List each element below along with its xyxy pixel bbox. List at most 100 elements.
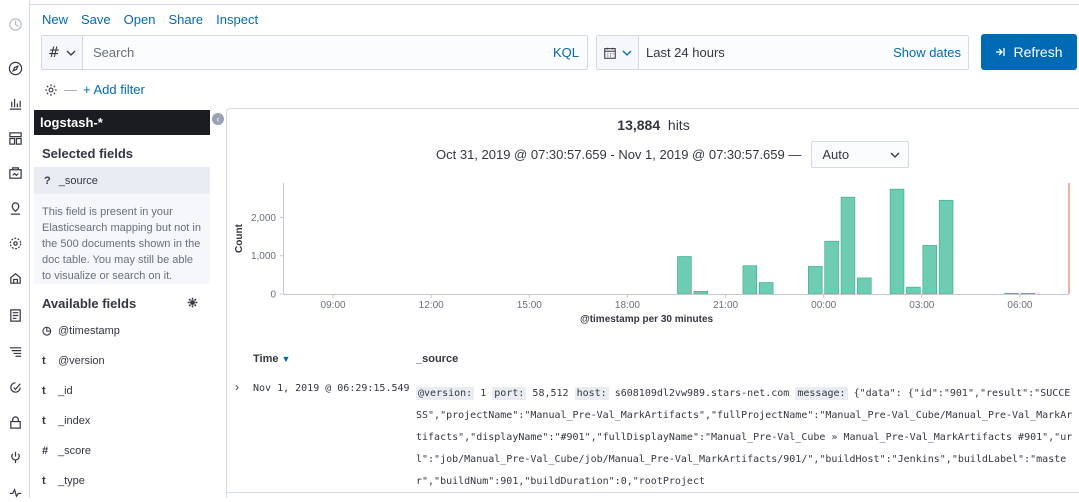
apm-icon[interactable] [0,342,30,362]
show-dates-link[interactable]: Show dates [893,45,961,60]
saved-query-button[interactable]: # [42,36,83,69]
monitoring-icon[interactable] [0,482,30,502]
y-tick-label: 1,000 [251,251,276,262]
infrastructure-icon[interactable] [0,268,30,288]
number-type-icon: # [42,445,49,457]
chart-bar[interactable] [693,291,709,295]
x-tick-label: 21:00 [713,300,738,311]
chart-bar[interactable] [677,256,692,295]
inspect-button[interactable]: Inspect [216,12,258,27]
calendar-icon [604,47,616,59]
time-range-row: Oct 31, 2019 @ 07:30:57.659 - Nov 1, 201… [436,141,910,168]
field-item[interactable]: ◷ @timestamp [42,324,120,338]
clock-icon: ◷ [42,325,52,337]
source-column-header: _source [416,353,459,365]
clock-icon[interactable] [0,14,30,34]
logs-icon[interactable] [0,305,30,325]
results-panel: 13,884 hits Oct 31, 2019 @ 07:30:57.659 … [226,108,1079,498]
time-picker: Last 24 hours Show dates [596,35,969,70]
chart-bar[interactable] [889,188,905,295]
field-item[interactable]: t @version [42,355,105,367]
histogram-chart[interactable]: 0 1,000 2,000 09:00 12:00 15:00 18:00 21:00 00:0… [227,169,1079,334]
quick-menu-button[interactable] [597,36,639,69]
x-axis-label: @timestamp per 30 minutes [580,314,714,325]
field-name: _score [58,445,92,457]
field-name: _source [58,174,98,187]
visualize-icon[interactable] [0,93,30,113]
time-range-label[interactable]: Last 24 hours [646,45,725,60]
chart-bar[interactable] [906,286,921,295]
refresh-button[interactable]: Refresh [981,34,1077,70]
x-tick-label: 09:00 [321,300,346,311]
siem-icon[interactable] [0,412,30,432]
sort-down-icon: ▼ [281,354,291,364]
gear-icon[interactable] [44,83,58,97]
chart-bar[interactable] [938,199,954,295]
field-name: _id [58,385,73,397]
field-name: _type [58,475,85,487]
x-tick-label: 06:00 [1007,300,1032,311]
field-type-icon: ? [44,174,51,187]
open-button[interactable]: Open [124,12,156,27]
field-item[interactable]: t _index [42,415,90,427]
gear-icon[interactable] [187,297,198,308]
source-value: 1 [480,388,487,399]
add-filter-button[interactable]: + Add filter [83,82,145,97]
new-button[interactable]: New [42,12,68,27]
side-nav [0,0,30,498]
filter-row: — + Add filter [44,82,145,97]
maps-icon[interactable] [0,198,30,218]
field-name: @version [58,355,105,367]
field-sidebar: logstash-* ‹ Selected fields ? _source T… [30,108,224,498]
chart-bar[interactable] [840,196,856,295]
chart-bar[interactable] [857,277,872,295]
chart-bar[interactable] [742,265,758,295]
x-tick-label: 12:00 [419,300,444,311]
index-pattern-selector[interactable]: logstash-* [34,110,210,135]
x-tick-label: 15:00 [517,300,542,311]
field-item[interactable]: t _id [42,385,73,397]
search-input[interactable]: Search [93,45,134,60]
share-button[interactable]: Share [168,12,203,27]
y-tick-label: 2,000 [251,213,276,224]
kql-toggle[interactable]: KQL [553,45,579,60]
interval-select[interactable]: Auto [811,141,910,168]
dev-tools-icon[interactable] [0,447,30,467]
chart-bar[interactable] [758,282,774,295]
selected-field-source[interactable]: ? _source [34,167,210,194]
canvas-icon[interactable] [0,163,30,183]
x-tick-label: 03:00 [909,300,934,311]
refresh-icon [996,48,1006,56]
save-button[interactable]: Save [81,12,111,27]
table-row: › Nov 1, 2019 @ 06:29:15.549 @version: 1… [227,377,1079,493]
collapse-sidebar-icon[interactable]: ‹ [212,113,224,125]
dashboard-icon[interactable] [0,128,30,148]
hash-icon: # [48,44,60,61]
interval-value: Auto [822,147,850,162]
query-bar: # Search KQL [41,35,588,70]
time-column-header[interactable]: Time ▼ [253,353,290,365]
field-item[interactable]: # _score [42,445,91,457]
header-divider [30,0,1079,5]
field-item[interactable]: t _type [42,475,85,487]
string-type-icon: t [42,475,46,487]
row-source: @version: 1 port: 58,512 host: s608109dl… [416,383,1076,493]
y-tick-label: 0 [270,290,276,301]
field-name: @timestamp [58,324,120,337]
source-key: @version: [416,387,475,400]
source-key: message: [795,387,848,400]
expand-row-icon[interactable]: › [235,380,239,394]
field-name: _index [58,415,91,427]
chart-bar[interactable] [808,266,823,295]
chart-bar[interactable] [922,245,937,295]
uptime-icon[interactable] [0,377,30,397]
string-type-icon: t [42,355,46,367]
chevron-down-icon [622,50,632,56]
chart-bar[interactable] [824,240,839,295]
source-value: s608109dl2vw989.stars-net.com [614,388,790,399]
string-type-icon: t [42,415,46,427]
ml-icon[interactable] [0,233,30,253]
compass-icon[interactable] [0,58,30,78]
time-range-text: Oct 31, 2019 @ 07:30:57.659 - Nov 1, 201… [436,147,802,162]
time-header-label: Time [253,353,279,365]
